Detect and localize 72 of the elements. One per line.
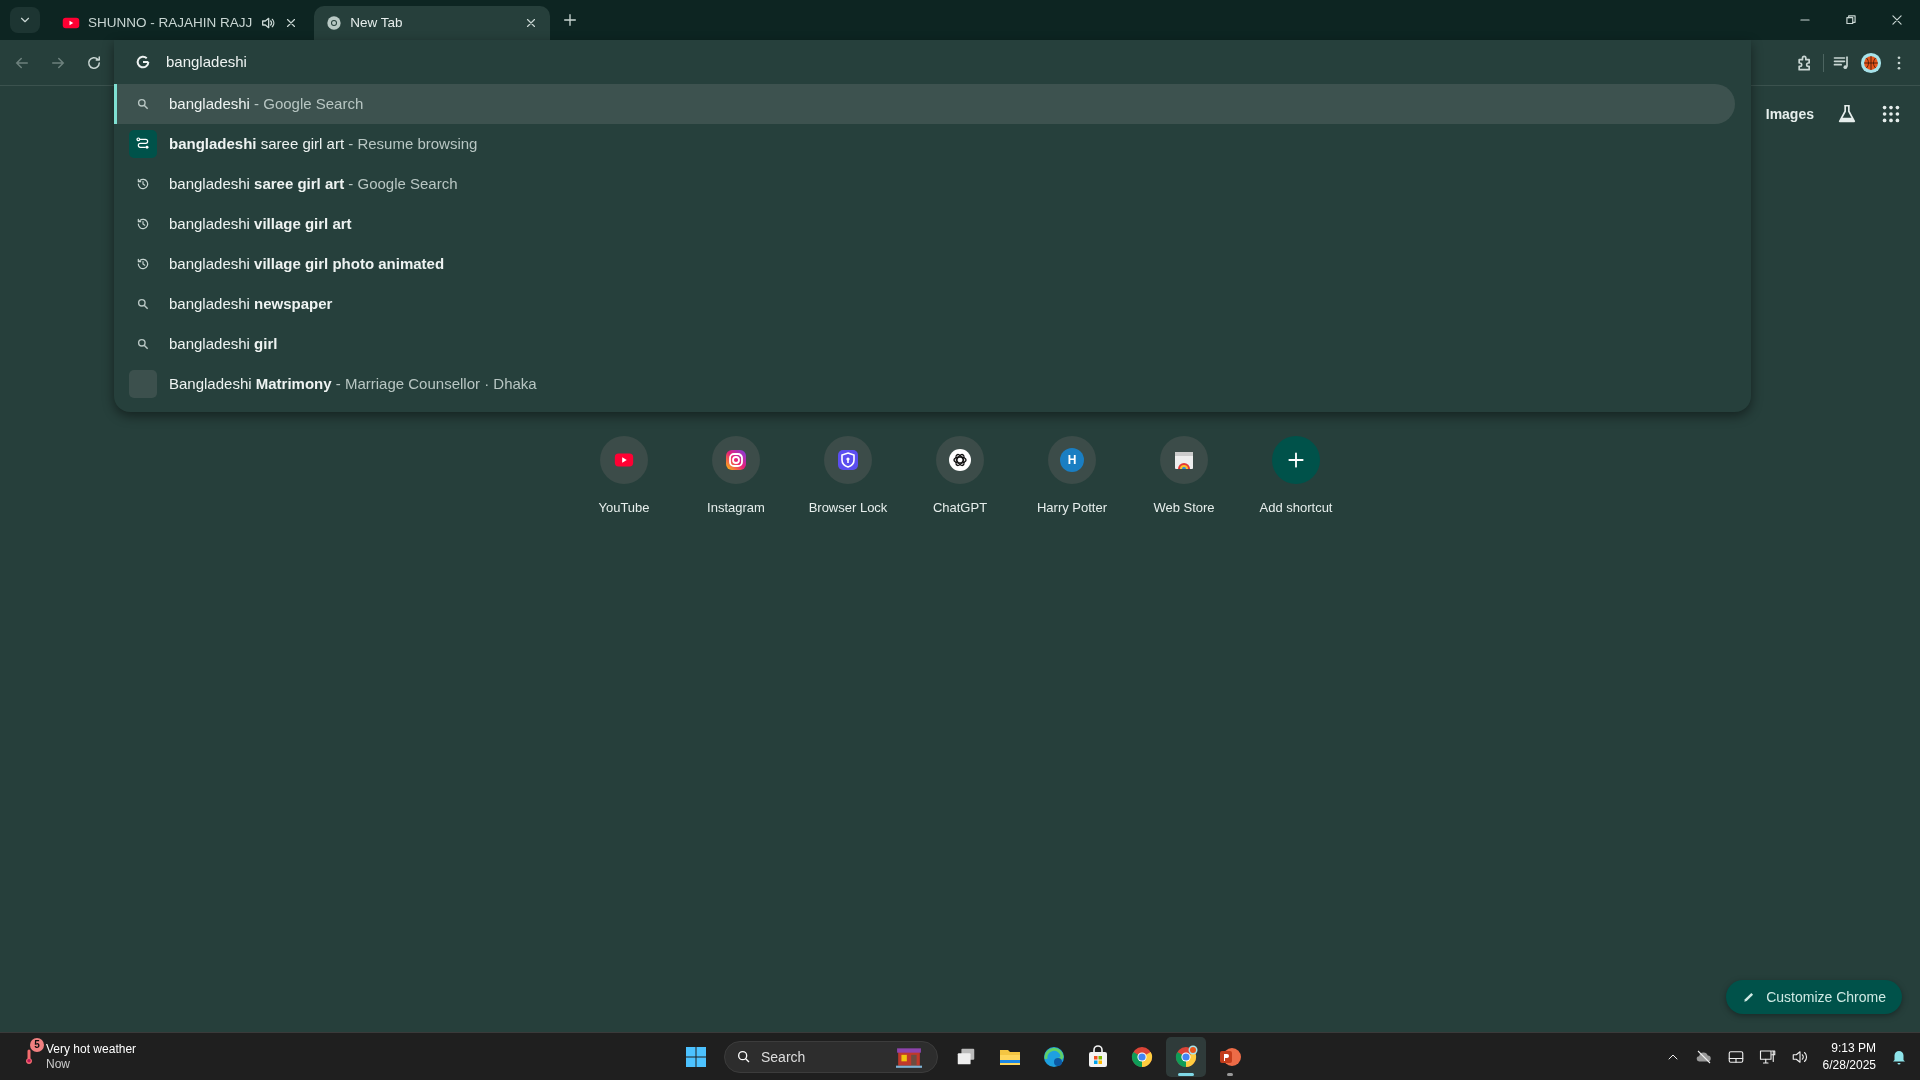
customize-chrome-button[interactable]: Customize Chrome (1726, 980, 1902, 1014)
suggestion-text: Bangladeshi Matrimony - Marriage Counsellor · Dhaka (169, 373, 537, 394)
plus-icon (1286, 450, 1306, 470)
tab-title: New Tab (350, 13, 404, 32)
tab-title: SHUNNO - RAJAHIN RAJJ (88, 13, 253, 32)
chrome-icon (1130, 1044, 1154, 1069)
address-field[interactable]: bangladeshi (166, 50, 566, 74)
wave-logo-icon (1042, 1044, 1066, 1069)
taskbar-search-field[interactable]: Search (724, 1040, 938, 1073)
knot-logo-icon (948, 448, 972, 472)
shortcut-label: Add shortcut (1259, 499, 1333, 517)
browser-tab[interactable]: New Tab (314, 6, 551, 40)
suggestion-row[interactable]: bangladeshi newspaper (114, 284, 1735, 324)
suggestion-row[interactable]: Bangladeshi Matrimony - Marriage Counsellor · Dhaka (114, 364, 1735, 404)
clock-time: 9:13 PM (1830, 1040, 1876, 1057)
suggestion-text: bangladeshi village girl photo animated (169, 253, 445, 274)
shortcut-label: Instagram (707, 499, 765, 517)
route-icon (135, 136, 151, 152)
suggestion-row[interactable]: bangladeshi girl (114, 324, 1735, 364)
clock-date: 6/28/2025 (1822, 1056, 1876, 1073)
suggestion-text: bangladeshi saree girl art - Google Search (169, 173, 458, 194)
notification-badge: 5 (30, 1037, 44, 1052)
windows-logo-icon (684, 1044, 708, 1069)
shortcut-label: Web Store (1153, 499, 1215, 517)
letter-avatar: H (1060, 448, 1084, 472)
suggestion-row[interactable]: bangladeshi village girl art (114, 204, 1735, 244)
profile-avatar-icon[interactable] (1860, 51, 1882, 74)
suggestion-text: bangladeshi saree girl art - Resume browsing (169, 133, 478, 154)
weather-subtitle: Now (46, 1056, 71, 1072)
suggestion-text: bangladeshi newspaper (169, 293, 333, 314)
weather-title: Very hot weather (46, 1041, 137, 1057)
browser-tab[interactable]: SHUNNO - RAJAHIN RAJJ (50, 6, 311, 40)
shortcut-tile[interactable] (936, 436, 984, 484)
suggestion-row[interactable]: bangladeshi saree girl art - Resume browsing (114, 124, 1735, 164)
suggestion-text: bangladeshi girl (169, 333, 278, 354)
search-icon (136, 297, 150, 311)
suggestion-text: bangladeshi - Google Search (169, 93, 364, 114)
shortcut-tile[interactable] (600, 436, 648, 484)
shortcut-tile[interactable] (1160, 436, 1208, 484)
shortcut-label: ChatGPT (932, 499, 988, 517)
history-icon (136, 177, 150, 191)
chrome-with-avatar-icon (1174, 1044, 1198, 1069)
shopping-bag-icon (1086, 1044, 1110, 1069)
shortcut-tile[interactable] (1272, 436, 1320, 484)
taskbar-app-button[interactable] (1166, 1036, 1206, 1077)
shield-lock-icon (836, 448, 860, 472)
new-tab-icon[interactable] (562, 12, 579, 28)
shortcut-label: Browser Lock (808, 499, 888, 517)
camera-icon (724, 448, 748, 472)
suggestion-text: bangladeshi village girl art (169, 213, 352, 234)
search-icon (136, 97, 150, 111)
suggestion-row[interactable]: bangladeshi village girl photo animated (114, 244, 1735, 284)
search-engine-g-icon (135, 54, 151, 70)
history-icon (136, 257, 150, 271)
suggestion-row[interactable]: bangladeshi saree girl art - Google Search (114, 164, 1735, 204)
shortcut-label: YouTube (598, 499, 650, 517)
search-icon (736, 1048, 752, 1065)
search-icon (136, 337, 150, 351)
restore-icon[interactable] (1844, 13, 1858, 27)
flask-icon[interactable] (1836, 103, 1858, 125)
reload-icon[interactable] (85, 53, 103, 72)
history-icon (136, 217, 150, 231)
shortcut-tile[interactable] (712, 436, 760, 484)
shortcut-label: Harry Potter (1036, 499, 1108, 517)
apps-grid-icon[interactable] (1880, 103, 1902, 125)
suggestion-row[interactable]: bangladeshi - Google Search (114, 84, 1735, 124)
images-link[interactable]: Images (1765, 103, 1814, 125)
monitor-network-icon[interactable] (1758, 1047, 1777, 1066)
close-icon[interactable] (1890, 13, 1904, 27)
chrome-icon (326, 15, 343, 31)
shortcut-tile[interactable] (824, 436, 872, 484)
shortcut-tile[interactable]: H (1048, 436, 1096, 484)
